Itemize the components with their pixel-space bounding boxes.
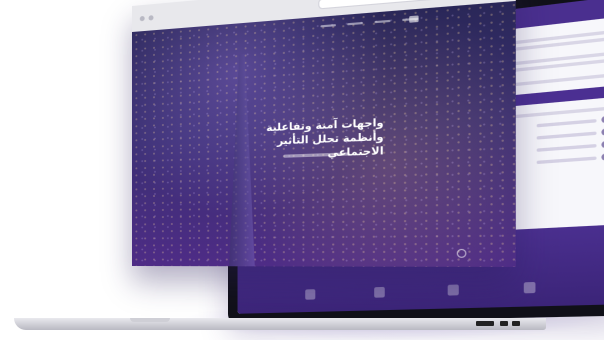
laptop-port <box>476 321 494 326</box>
footer-icon-row <box>276 281 570 301</box>
browser-window: واجهات آمنة وتفاعلية وأنظمة تحلل التأثير… <box>132 0 516 267</box>
laptop-base <box>14 318 546 330</box>
laptop-notch <box>130 318 170 322</box>
footer-icon[interactable] <box>524 281 536 294</box>
back-icon[interactable] <box>139 15 145 22</box>
footer-icon[interactable] <box>374 286 386 298</box>
footer-icon[interactable] <box>447 284 459 296</box>
laptop-port <box>500 321 508 326</box>
site-logo[interactable] <box>409 15 419 23</box>
footer-icon[interactable] <box>304 289 316 300</box>
website-hero: واجهات آمنة وتفاعلية وأنظمة تحلل التأثير… <box>132 0 516 267</box>
browser-nav-buttons <box>139 15 154 22</box>
hero-line-2: وأنظمة تحلل التأثير الاجتماعي <box>276 131 384 160</box>
laptop-port <box>512 321 520 326</box>
forward-icon[interactable] <box>148 15 154 21</box>
scroll-down-icon[interactable] <box>456 248 467 258</box>
